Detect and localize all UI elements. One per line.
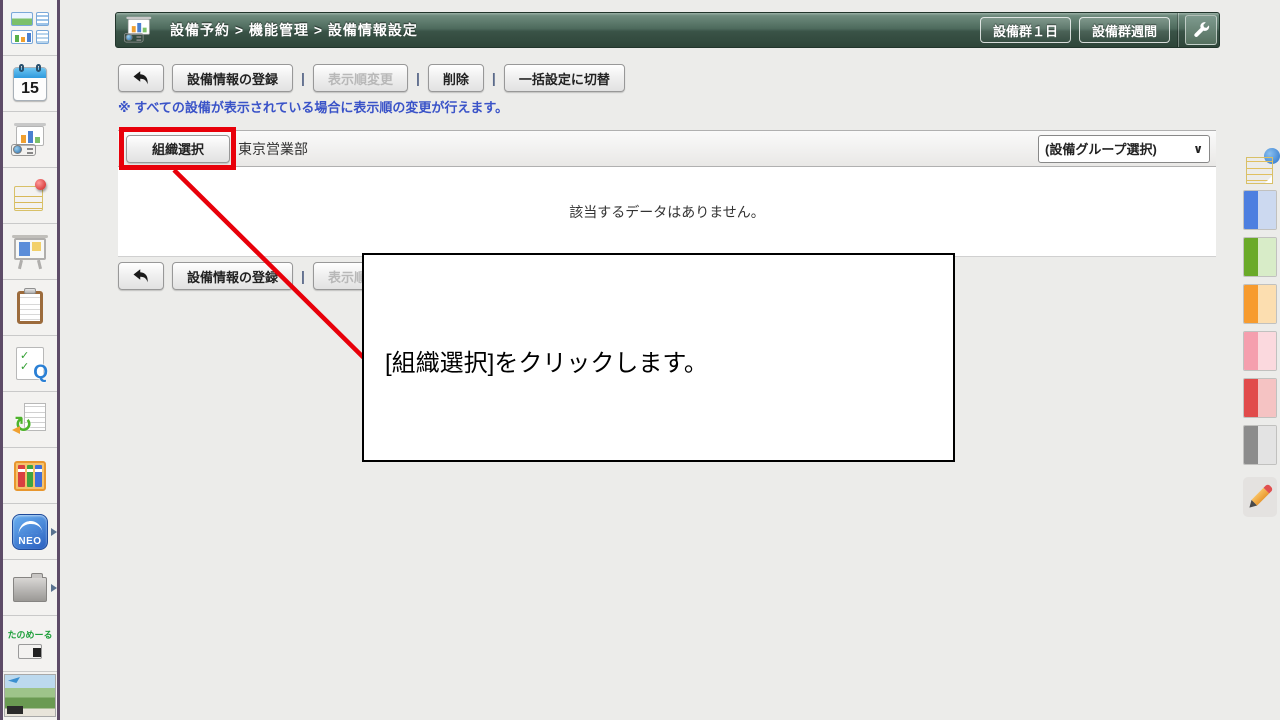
gray-book-icon[interactable] — [1243, 425, 1277, 465]
sidebar-item-memo[interactable] — [3, 168, 57, 224]
sidebar-item-clipboard[interactable] — [3, 280, 57, 336]
facility-reservation-icon — [124, 17, 154, 44]
instruction-text: [組織選択]をクリックします。 — [385, 343, 708, 378]
toolbar-separator: | — [301, 268, 305, 284]
facility-group-select-value: (設備グループ選択) — [1045, 139, 1157, 158]
facility-group-day-button[interactable]: 設備群１日 — [980, 17, 1071, 43]
cabinet-icon — [14, 461, 46, 491]
memo-icon — [14, 181, 46, 211]
back-arrow-icon — [132, 70, 150, 86]
calendar-icon: 15 — [13, 67, 47, 101]
sidebar-item-tanomeru[interactable]: たのめーる — [3, 616, 57, 672]
q-glyph: Q — [33, 362, 48, 384]
sidebar-item-survey[interactable]: ✓ ✓ Q — [3, 336, 57, 392]
sticky-note-icon[interactable] — [1246, 148, 1280, 186]
pencil-icon[interactable] — [1243, 477, 1277, 517]
sidebar-item-neo[interactable]: NEO — [3, 504, 57, 560]
sidebar-item-schedule[interactable]: 15 — [3, 56, 57, 112]
blue-book-icon[interactable] — [1243, 190, 1277, 230]
clipboard-icon — [17, 291, 43, 324]
delete-button[interactable]: 削除 — [428, 64, 484, 92]
back-button[interactable] — [118, 262, 164, 290]
sidebar-item-facility-reservation[interactable] — [3, 112, 57, 168]
facility-reservation-icon — [11, 123, 49, 157]
tanomeru-logo: たのめーる — [7, 628, 52, 659]
sidebar-item-cabinet[interactable] — [3, 448, 57, 504]
sidebar-item-folder[interactable] — [3, 560, 57, 616]
organization-select-button[interactable]: 組織選択 — [126, 135, 230, 163]
survey-icon: ✓ ✓ Q — [16, 347, 44, 380]
display-order-note: ※ すべての設備が表示されている場合に表示順の変更が行えます。 — [118, 97, 508, 116]
sidebar-item-ad-banner[interactable] — [3, 672, 57, 719]
sidebar-item-bulletin-board[interactable] — [3, 224, 57, 280]
wrench-icon — [1191, 20, 1211, 40]
portal-icon — [11, 12, 49, 44]
bulletin-board-icon — [11, 235, 49, 269]
toolbar-separator: | — [416, 70, 420, 86]
chevron-down-icon: ∨ — [1193, 142, 1203, 156]
bulk-setting-switch-button[interactable]: 一括設定に切替 — [504, 64, 625, 92]
toolbar-top: 設備情報の登録 | 表示順変更 | 削除 | 一括設定に切替 — [118, 64, 625, 92]
breadcrumb: 設備予約 > 機能管理 > 設備情報設定 — [170, 20, 418, 40]
page-titlebar: 設備予約 > 機能管理 > 設備情報設定 設備群１日 設備群週間 — [115, 12, 1220, 48]
header-divider — [1178, 13, 1179, 47]
green-book-icon[interactable] — [1243, 237, 1277, 277]
back-arrow-icon — [132, 268, 150, 284]
neo-label: NEO — [13, 536, 47, 547]
facility-group-select[interactable]: (設備グループ選択) ∨ — [1038, 135, 1210, 163]
facility-group-week-button[interactable]: 設備群週間 — [1079, 17, 1170, 43]
settings-wrench-button[interactable] — [1185, 15, 1217, 45]
flyout-arrow-icon — [51, 584, 57, 592]
neo-app-icon: NEO — [12, 514, 48, 550]
left-sidebar: 15 ✓ ✓ Q ↻ NEO — [0, 0, 60, 720]
red-book-icon[interactable] — [1243, 378, 1277, 418]
flyout-arrow-icon — [51, 528, 57, 536]
instruction-callout: [組織選択]をクリックします。 — [362, 253, 955, 462]
sidebar-item-portal[interactable] — [3, 0, 57, 56]
selected-organization-label: 東京営業部 — [238, 139, 308, 159]
calendar-day-label: 15 — [14, 80, 46, 98]
sidebar-item-circulation[interactable]: ↻ — [3, 392, 57, 448]
pink-book-icon[interactable] — [1243, 331, 1277, 371]
tanomeru-label: たのめーる — [7, 628, 52, 641]
facility-list-area: 該当するデータはありません。 — [118, 167, 1216, 257]
folder-icon — [13, 577, 47, 602]
organization-bar: 組織選択 東京営業部 (設備グループ選択) ∨ — [118, 130, 1216, 167]
ad-banner-image — [4, 674, 56, 717]
toolbar-separator: | — [492, 70, 496, 86]
empty-data-message: 該当するデータはありません。 — [569, 202, 765, 222]
right-sidebar — [1240, 0, 1280, 720]
back-button[interactable] — [118, 64, 164, 92]
tanomeru-mascot-image — [18, 644, 42, 659]
register-facility-button[interactable]: 設備情報の登録 — [172, 262, 293, 290]
toolbar-separator: | — [301, 70, 305, 86]
orange-book-icon[interactable] — [1243, 284, 1277, 324]
register-facility-button[interactable]: 設備情報の登録 — [172, 64, 293, 92]
circulation-icon: ↻ — [14, 403, 46, 436]
change-order-button[interactable]: 表示順変更 — [313, 64, 408, 92]
check-glyph: ✓ — [20, 362, 29, 373]
